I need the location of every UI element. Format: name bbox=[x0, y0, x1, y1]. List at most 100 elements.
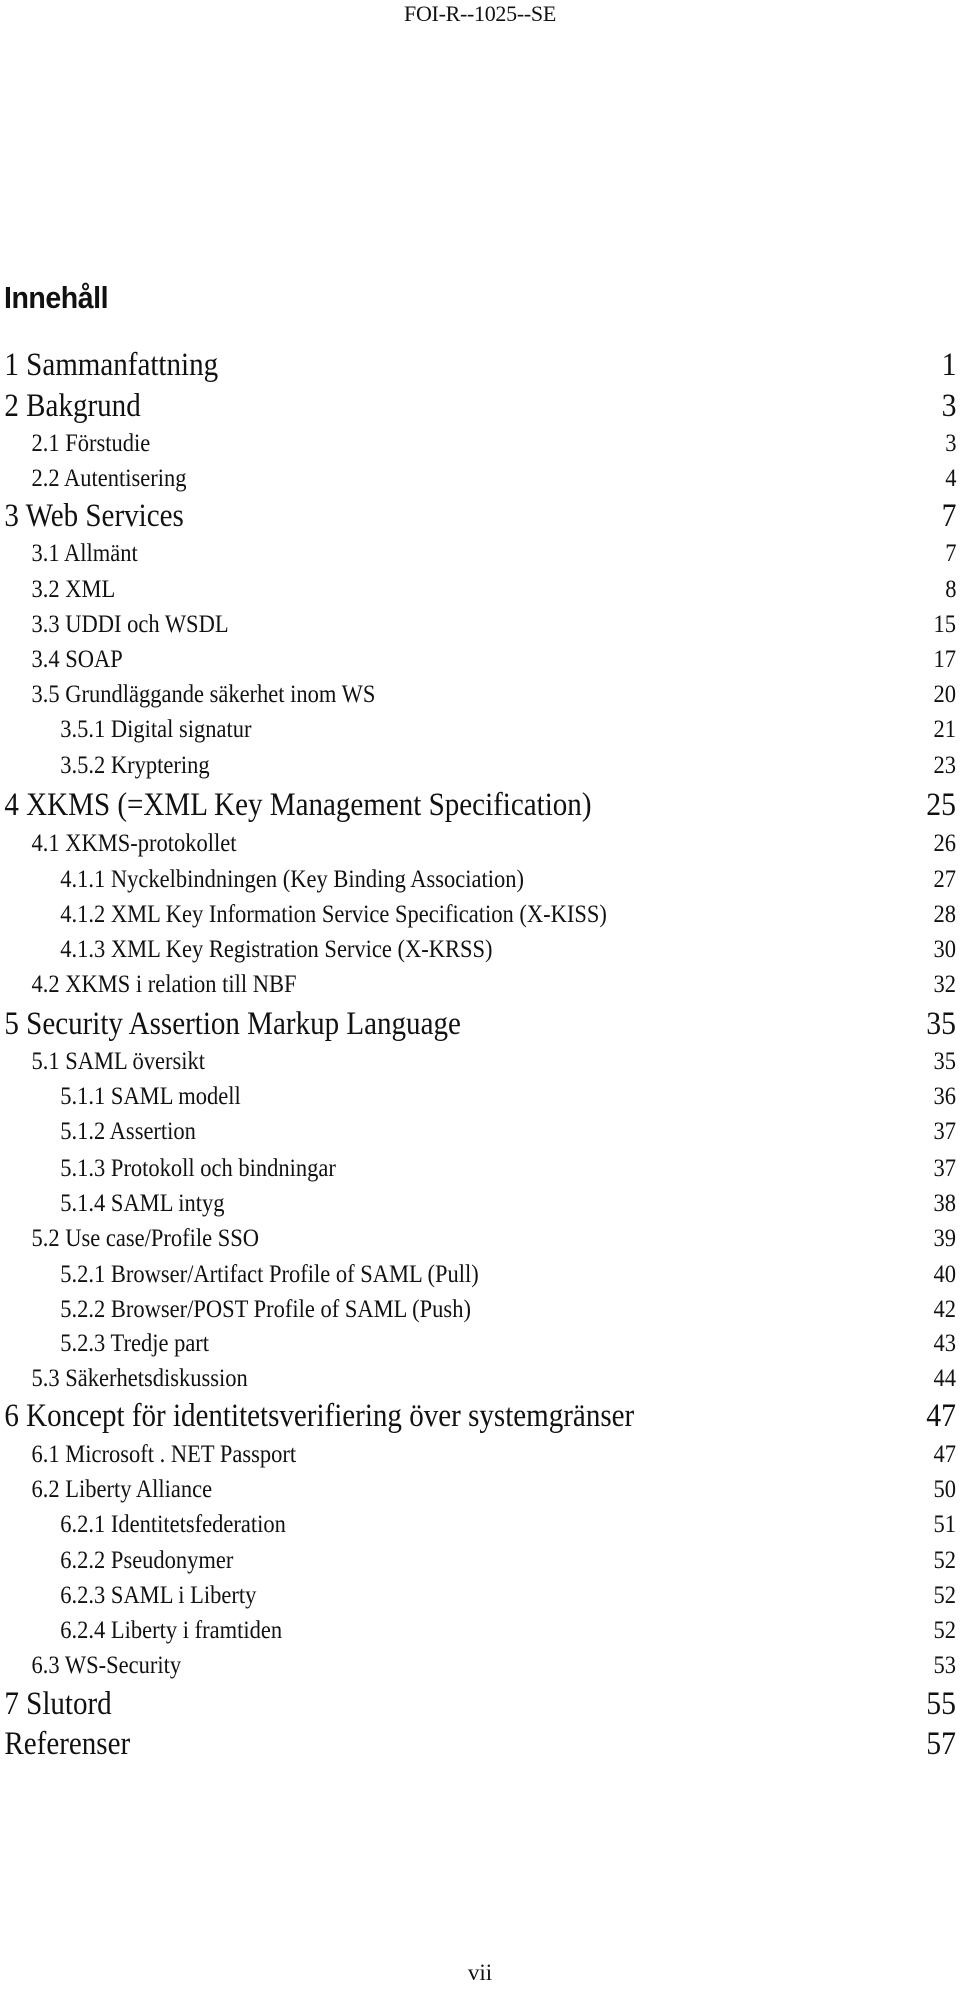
toc-entry[interactable]: 6.2.4 Liberty i framtiden 52 bbox=[0, 1614, 956, 1648]
toc-entry-label: 6.2 Liberty Alliance bbox=[31, 1476, 213, 1503]
toc-entry-page-number: 17 bbox=[933, 646, 957, 673]
toc-entry[interactable]: 2 Bakgrund 3 bbox=[0, 386, 956, 426]
toc-entry-label: 3 Web Services bbox=[4, 498, 184, 534]
toc-entry-page-number: 32 bbox=[933, 971, 957, 998]
toc-entry[interactable]: 3.5 Grundläggande säkerhet inom WS 20 bbox=[0, 678, 957, 712]
toc-entry-label: 5.2.2 Browser/POST Profile of SAML (Push… bbox=[60, 1296, 471, 1323]
toc-entry-page-number: 21 bbox=[933, 716, 957, 743]
toc-entry-label: 6.1 Microsoft . NET Passport bbox=[31, 1441, 297, 1468]
toc-entry[interactable]: 7 Slutord 55 bbox=[0, 1684, 956, 1724]
toc-entry-page-number: 27 bbox=[933, 866, 957, 893]
toc-entry-label: 6 Koncept för identitetsverifiering över… bbox=[4, 1398, 635, 1434]
toc-entry-page-number: 40 bbox=[933, 1261, 957, 1288]
toc-entry[interactable]: 6.2.1 Identitetsfederation 51 bbox=[0, 1508, 956, 1542]
toc-entry[interactable]: 5.2 Use case/Profile SSO 39 bbox=[0, 1222, 957, 1256]
toc-entry-label: 4.1 XKMS-protokollet bbox=[31, 830, 237, 857]
toc-entry-label: 5.1.1 SAML modell bbox=[60, 1083, 241, 1110]
toc-entry[interactable]: 4.1.1 Nyckelbindningen (Key Binding Asso… bbox=[0, 863, 956, 897]
toc-entry-label: 4.1.1 Nyckelbindningen (Key Binding Asso… bbox=[60, 866, 524, 893]
toc-entry-page-number: 37 bbox=[933, 1155, 957, 1182]
toc-entry[interactable]: 6.3 WS-Security 53 bbox=[0, 1649, 957, 1683]
toc-entry[interactable]: 3 Web Services 7 bbox=[0, 496, 956, 536]
page-number-footer: vii bbox=[467, 1960, 493, 1985]
toc-entry[interactable]: 2.2 Autentisering 4 bbox=[0, 462, 957, 496]
toc-entry[interactable]: 3.4 SOAP 17 bbox=[0, 643, 957, 677]
toc-entry[interactable]: Referenser 57 bbox=[0, 1724, 956, 1764]
toc-entry[interactable]: 3.2 XML 8 bbox=[0, 573, 957, 607]
toc-entry[interactable]: 4.2 XKMS i relation till NBF 32 bbox=[0, 968, 957, 1002]
toc-entry[interactable]: 5.2.1 Browser/Artifact Profile of SAML (… bbox=[0, 1258, 956, 1292]
toc-entry[interactable]: 6 Koncept för identitetsverifiering över… bbox=[0, 1396, 956, 1436]
toc-entry-page-number: 8 bbox=[944, 576, 956, 603]
toc-entry-label: 3.4 SOAP bbox=[31, 646, 123, 673]
toc-entry-label: 3.5.2 Kryptering bbox=[60, 752, 210, 779]
toc-entry[interactable]: 4 XKMS (=XML Key Management Specificatio… bbox=[0, 785, 956, 825]
toc-entry-label: 6.2.3 SAML i Liberty bbox=[60, 1582, 257, 1609]
toc-entry-page-number: 37 bbox=[933, 1118, 957, 1145]
toc-entry-label: 4.1.2 XML Key Information Service Specif… bbox=[60, 901, 607, 928]
toc-entry[interactable]: 5.1.3 Protokoll och bindningar 37 bbox=[0, 1152, 956, 1186]
toc-entry[interactable]: 3.1 Allmänt 7 bbox=[0, 537, 957, 571]
toc-entry-page-number: 52 bbox=[933, 1617, 957, 1644]
toc-entry[interactable]: 5.1 SAML översikt 35 bbox=[0, 1045, 957, 1079]
toc-entry[interactable]: 5.1.2 Assertion 37 bbox=[0, 1115, 956, 1149]
toc-entry-label: 4.2 XKMS i relation till NBF bbox=[31, 971, 297, 998]
toc-entry-label: 5.2 Use case/Profile SSO bbox=[31, 1225, 259, 1252]
toc-entry-page-number: 35 bbox=[933, 1048, 957, 1075]
toc-entry[interactable]: 5.1.4 SAML intyg 38 bbox=[0, 1187, 956, 1221]
toc-entry-page-number: 15 bbox=[933, 611, 957, 638]
toc-entry-label: 5.1 SAML översikt bbox=[31, 1048, 206, 1075]
toc-entry-page-number: 35 bbox=[926, 1006, 956, 1042]
toc-entry-label: 2 Bakgrund bbox=[4, 388, 141, 424]
toc-entry-page-number: 52 bbox=[933, 1582, 957, 1609]
toc-entry[interactable]: 5.2.3 Tredje part 43 bbox=[0, 1327, 956, 1361]
toc-entry-label: 1 Sammanfattning bbox=[4, 347, 219, 383]
toc-entry-label: 7 Slutord bbox=[4, 1686, 112, 1722]
toc-entry[interactable]: 5.3 Säkerhetsdiskussion 44 bbox=[0, 1362, 957, 1396]
toc-entry-page-number: 39 bbox=[933, 1225, 957, 1252]
toc-entry-label: 6.2.2 Pseudonymer bbox=[60, 1547, 234, 1574]
toc-entry-label: 6.3 WS-Security bbox=[31, 1652, 182, 1679]
toc-entry[interactable]: 5.1.1 SAML modell 36 bbox=[0, 1080, 956, 1114]
toc-entry-page-number: 4 bbox=[944, 465, 956, 492]
toc-entry-label: 3.3 UDDI och WSDL bbox=[31, 611, 229, 638]
toc-entry[interactable]: 3.5.1 Digital signatur 21 bbox=[0, 713, 956, 747]
toc-entry-label: 5.2.1 Browser/Artifact Profile of SAML (… bbox=[60, 1261, 479, 1288]
toc-entry[interactable]: 3.5.2 Kryptering 23 bbox=[0, 749, 956, 783]
toc-entry-label: Referenser bbox=[4, 1726, 131, 1762]
toc-entry[interactable]: 3.3 UDDI och WSDL 15 bbox=[0, 608, 957, 642]
toc-entry-page-number: 7 bbox=[941, 498, 956, 534]
toc-entry-page-number: 20 bbox=[933, 681, 957, 708]
toc-entry-label: 2.2 Autentisering bbox=[31, 465, 187, 492]
toc-entry[interactable]: 6.2 Liberty Alliance 50 bbox=[0, 1473, 957, 1507]
toc-entry-label: 4 XKMS (=XML Key Management Specificatio… bbox=[4, 787, 592, 823]
toc-entry-label: 5 Security Assertion Markup Language bbox=[4, 1006, 461, 1042]
table-of-contents: 1 Sammanfattning 1 2 Bakgrund 3 2.1 Förstudi… bbox=[0, 0, 960, 1990]
toc-entry-label: 3.2 XML bbox=[31, 576, 116, 603]
toc-entry[interactable]: 6.1 Microsoft . NET Passport 47 bbox=[0, 1438, 957, 1472]
toc-entry-page-number: 36 bbox=[933, 1083, 957, 1110]
toc-entry[interactable]: 6.2.3 SAML i Liberty 52 bbox=[0, 1579, 956, 1613]
toc-entry-page-number: 53 bbox=[933, 1652, 957, 1679]
toc-entry-label: 3.5.1 Digital signatur bbox=[60, 716, 252, 743]
toc-entry-label: 3.5 Grundläggande säkerhet inom WS bbox=[31, 681, 376, 708]
toc-entry-label: 4.1.3 XML Key Registration Service (X-KR… bbox=[60, 936, 493, 963]
toc-entry-page-number: 55 bbox=[926, 1686, 956, 1722]
toc-entry[interactable]: 5 Security Assertion Markup Language 35 bbox=[0, 1004, 956, 1044]
toc-entry[interactable]: 6.2.2 Pseudonymer 52 bbox=[0, 1544, 956, 1578]
toc-entry-label: 5.3 Säkerhetsdiskussion bbox=[31, 1365, 248, 1392]
toc-entry-label: 5.1.3 Protokoll och bindningar bbox=[60, 1155, 336, 1182]
toc-entry-page-number: 30 bbox=[933, 936, 957, 963]
toc-entry[interactable]: 1 Sammanfattning 1 bbox=[0, 345, 956, 385]
toc-entry-page-number: 3 bbox=[941, 388, 956, 424]
toc-entry[interactable]: 2.1 Förstudie 3 bbox=[0, 427, 957, 461]
toc-entry[interactable]: 4.1.2 XML Key Information Service Specif… bbox=[0, 898, 956, 932]
toc-entry[interactable]: 5.2.2 Browser/POST Profile of SAML (Push… bbox=[0, 1293, 956, 1327]
toc-entry-page-number: 47 bbox=[933, 1441, 957, 1468]
toc-entry-page-number: 47 bbox=[926, 1398, 956, 1434]
toc-entry-page-number: 51 bbox=[933, 1511, 957, 1538]
toc-entry[interactable]: 4.1.3 XML Key Registration Service (X-KR… bbox=[0, 933, 956, 967]
toc-entry-label: 5.1.4 SAML intyg bbox=[60, 1190, 225, 1217]
toc-entry[interactable]: 4.1 XKMS-protokollet 26 bbox=[0, 827, 957, 861]
toc-entry-page-number: 28 bbox=[933, 901, 957, 928]
